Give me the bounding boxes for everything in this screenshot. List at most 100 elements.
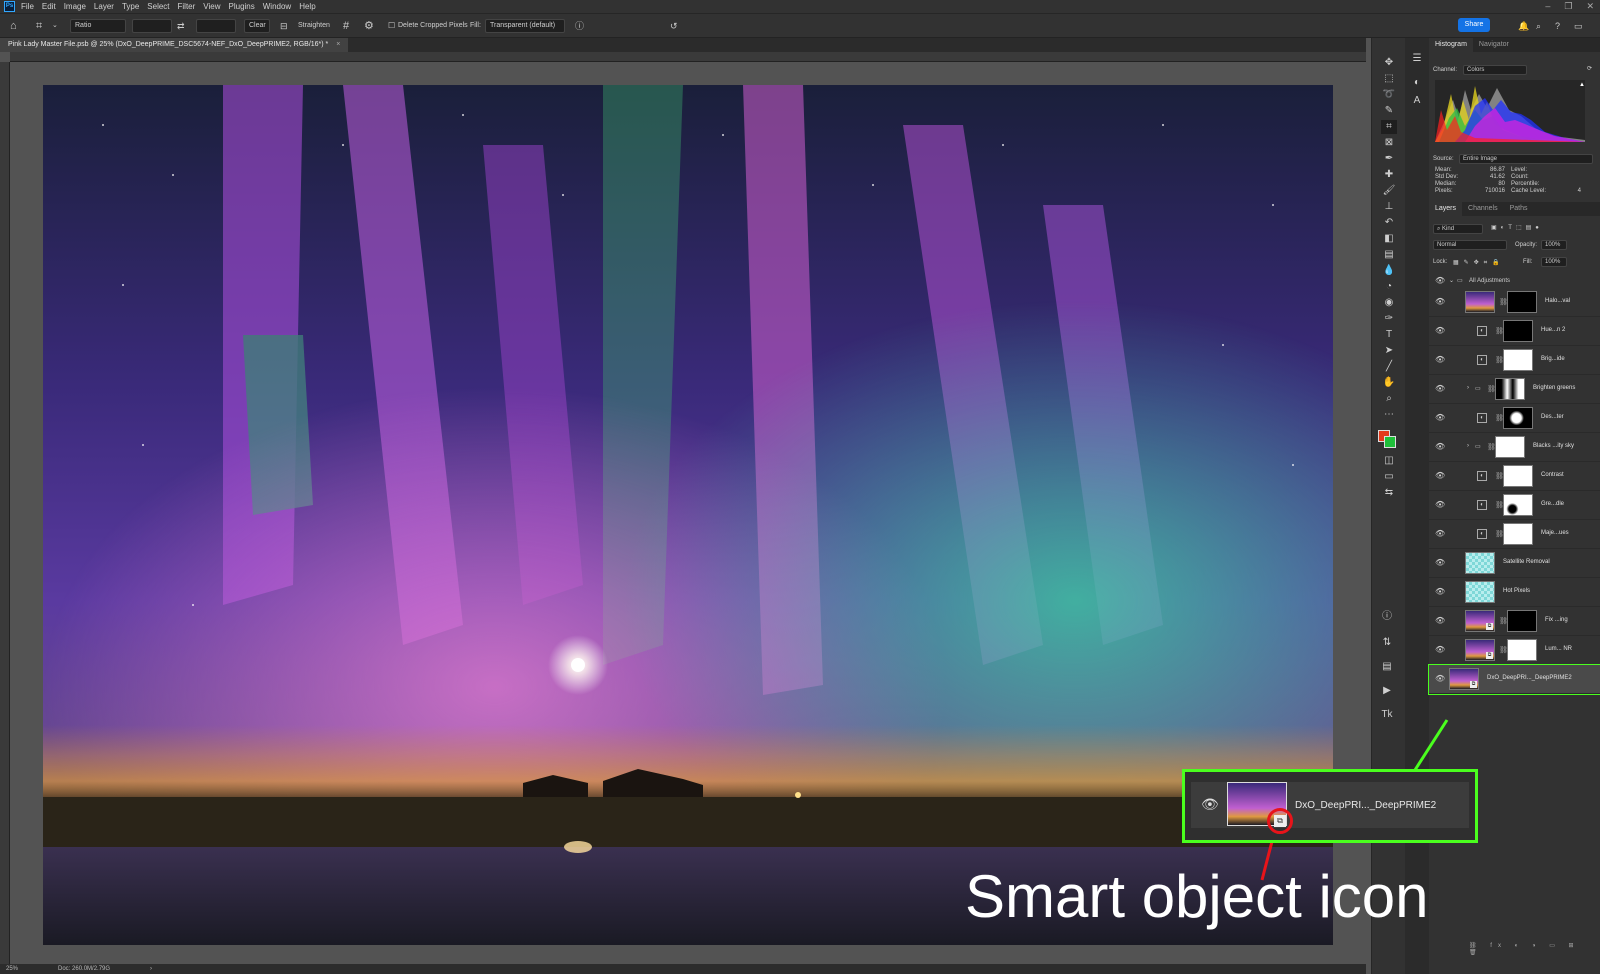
layer-row[interactable]: 👁 ⛓ Halo...val [1429,288,1600,317]
layer-row[interactable]: 👁 ◐ ⛓ Contrast [1429,462,1600,491]
zoom-level[interactable]: 25% [6,966,18,972]
home-icon[interactable]: ⌂ [10,19,17,33]
history-brush-icon[interactable]: ↶ [1381,216,1397,230]
layer-filter-kind[interactable]: ⌕ Kind [1433,224,1483,234]
layer-mask-thumbnail[interactable] [1503,523,1533,545]
layer-mask-thumbnail[interactable] [1495,436,1525,458]
info-icon[interactable]: ⓘ [575,19,584,33]
height-field[interactable] [196,19,236,33]
eye-icon[interactable]: 👁 [1435,674,1445,684]
menu-image[interactable]: Image [64,2,86,11]
close-icon[interactable]: ✕ [1586,1,1594,12]
gradient-tool-icon[interactable]: ▤ [1381,248,1397,262]
type-tool-icon[interactable]: T [1381,328,1397,342]
checkbox-icon[interactable]: ☐ [388,19,395,33]
adjust-panel-icon[interactable]: ⇅ [1379,636,1395,650]
layer-row[interactable]: 👁 ◐ ⛓ Maje...ues [1429,520,1600,549]
swap-icon[interactable]: ⇄ [177,19,185,33]
source-select[interactable]: Entire Image [1459,154,1593,164]
doc-size[interactable]: Doc: 260.0M/2.79G [58,966,110,972]
straighten-icon[interactable]: ⊟ [280,19,288,33]
layer-mask-thumbnail[interactable] [1495,378,1525,400]
ratio-select[interactable]: Ratio [70,19,126,33]
aurora-photo[interactable] [43,85,1333,945]
search-icon[interactable]: ⌕ [1536,19,1541,33]
restore-icon[interactable]: ❐ [1564,1,1572,12]
menu-edit[interactable]: Edit [42,2,56,11]
layer-row[interactable]: 👁 ⧉ DxO_DeepPRI..._DeepPRIME2 [1428,664,1600,695]
layer-row[interactable]: 👁 ◐ ⛓ Hue...n 2 [1429,317,1600,346]
fill-select[interactable]: Transparent (default) [485,19,565,33]
layer-filter-icons[interactable]: ▣◐T⬚▤● [1491,224,1543,231]
layer-row[interactable]: 👁 ◐ ⛓ Des...ter [1429,404,1600,433]
layer-row[interactable]: 👁 ◐ ⛓ Gre...dle [1429,491,1600,520]
eye-icon[interactable]: 👁 [1435,384,1445,394]
quick-mask-icon[interactable]: ◫ [1381,454,1397,468]
layer-row[interactable]: 👁 ◐ ⛓ Brig...ide [1429,346,1600,375]
sponge-tool-icon[interactable]: ◉ [1381,296,1397,310]
eye-icon[interactable]: 👁 [1435,645,1445,655]
eye-icon[interactable]: 👁 [1435,276,1445,286]
menu-window[interactable]: Window [263,2,291,11]
blend-mode-select[interactable]: Normal [1433,240,1507,250]
gear-icon[interactable]: ⚙ [364,19,374,33]
help-icon[interactable]: ? [1555,19,1560,33]
lasso-tool-icon[interactable]: ➰ [1381,88,1397,102]
eye-icon[interactable]: 👁 [1435,500,1445,510]
straighten-label[interactable]: Straighten [298,22,330,29]
blur-tool-icon[interactable]: 💧 [1381,264,1397,278]
chevron-down-icon[interactable]: ⌄ [1449,277,1454,284]
clear-button[interactable]: Clear [244,19,270,33]
tab-histogram[interactable]: Histogram [1429,38,1473,52]
reset-icon[interactable]: ↺ [670,19,678,33]
crop-tool-icon[interactable]: ⌗ [1381,120,1397,134]
layer-group-row[interactable]: 👁 ⌄ ▭ All Adjustments [1429,274,1600,288]
actions-play-icon[interactable]: ▶ [1379,684,1395,698]
eyedropper-tool-icon[interactable]: ✒ [1381,152,1397,166]
hand-tool-icon[interactable]: ✋ [1381,376,1397,390]
layer-panel-actions[interactable]: ⛓ fx ◐ ◑ ▭ ⊞ 🗑 [1469,942,1600,956]
eraser-tool-icon[interactable]: ◧ [1381,232,1397,246]
eye-icon[interactable]: 👁 [1435,616,1445,626]
menu-help[interactable]: Help [299,2,315,11]
frame-tool-icon[interactable]: ⊠ [1381,136,1397,150]
quick-select-tool-icon[interactable]: ✎ [1381,104,1397,118]
eye-icon[interactable]: 👁 [1435,529,1445,539]
layer-mask-thumbnail[interactable] [1503,407,1533,429]
horizontal-ruler[interactable] [10,52,1366,62]
refresh-icon[interactable]: ⟳ [1587,65,1592,72]
chevron-right-icon[interactable]: › [1467,443,1469,449]
document-tab[interactable]: Pink Lady Master File.psb @ 25% (DxO_Dee… [0,38,349,52]
opacity-field[interactable]: 100% [1541,240,1567,250]
dodge-tool-icon[interactable]: ◔ [1381,280,1397,294]
width-field[interactable] [132,19,172,33]
channel-select[interactable]: Colors [1463,65,1527,75]
eye-icon[interactable]: 👁 [1435,297,1445,307]
tab-navigator[interactable]: Navigator [1473,38,1515,52]
delete-cropped-pixels-label[interactable]: Delete Cropped Pixels [398,22,468,29]
menu-view[interactable]: View [203,2,220,11]
path-select-icon[interactable]: ➤ [1381,344,1397,358]
eye-icon[interactable]: 👁 [1435,413,1445,423]
menu-layer[interactable]: Layer [94,2,114,11]
layer-mask-thumbnail[interactable] [1503,465,1533,487]
layer-mask-thumbnail[interactable] [1503,320,1533,342]
brush-tool-icon[interactable]: 🖌 [1381,184,1397,198]
screen-mode-icon[interactable]: ▭ [1381,470,1397,484]
properties-icon[interactable]: ☰ [1409,52,1425,66]
eye-icon[interactable]: 👁 [1435,471,1445,481]
adjustments-icon[interactable]: ◐ [1409,76,1425,90]
background-color-swatch[interactable] [1384,436,1396,448]
layer-row[interactable]: 👁 Hot Pixels [1429,578,1600,607]
line-tool-icon[interactable]: ╱ [1381,360,1397,374]
warning-icon[interactable]: ▲ [1579,82,1585,88]
eye-icon[interactable]: 👁 [1435,326,1445,336]
eye-icon[interactable]: 👁 [1435,587,1445,597]
overlay-grid-icon[interactable]: # [343,19,349,33]
bell-icon[interactable]: 🔔 [1518,19,1529,33]
character-panel-icon[interactable]: Tk [1379,708,1395,722]
layer-row[interactable]: 👁 ⧉ ⛓ Fix ...ing [1429,607,1600,636]
eye-icon[interactable]: 👁 [1435,442,1445,452]
marquee-tool-icon[interactable]: ⬚ [1381,72,1397,86]
photoshop-logo-icon[interactable]: Ps [4,1,15,12]
